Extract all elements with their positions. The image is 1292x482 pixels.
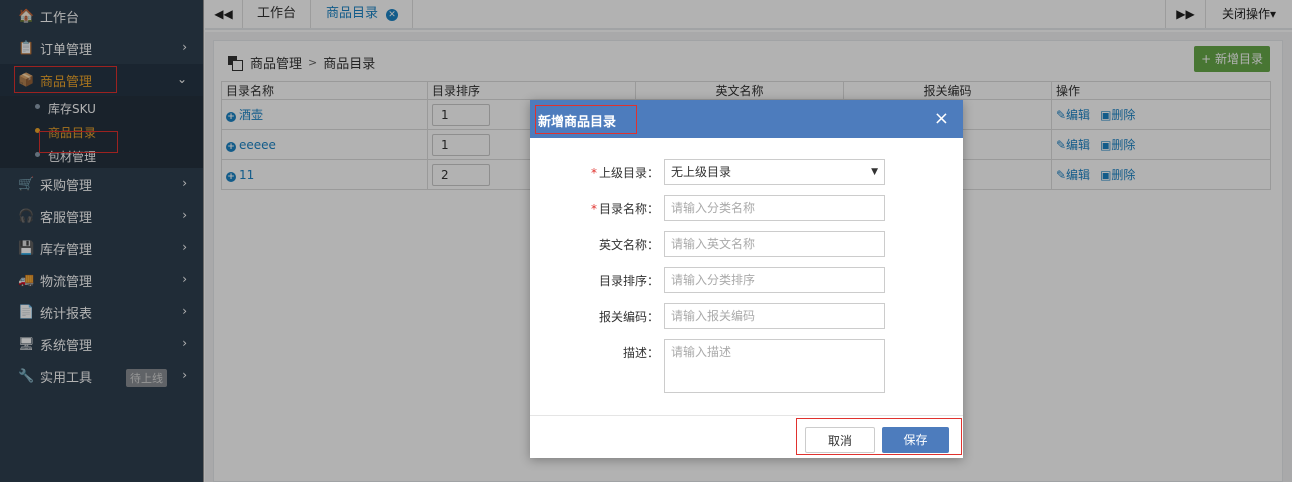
dialog-header: 新增商品目录 × [530,100,963,138]
form-row-parent: * 上级目录： 无上级目录 ▼ [530,159,963,185]
customs-code-input[interactable]: 请输入报关编码 [664,303,885,329]
catalog-sort-input[interactable]: 请输入分类排序 [664,267,885,293]
description-textarea[interactable]: 请输入描述 [664,339,885,393]
select-value: 无上级目录 [671,165,732,179]
required-mark: * [590,166,597,180]
field-label: 描述： [622,346,659,360]
form-row-desc: 描述： 请输入描述 [530,339,963,393]
field-label: * 目录名称： [591,200,659,217]
add-catalog-dialog: 新增商品目录 × * 上级目录： 无上级目录 ▼ * 目录名称： 请输入分类名称 英… [530,100,963,458]
field-label: 英文名称： [598,238,659,252]
catalog-name-input[interactable]: 请输入分类名称 [664,195,885,221]
annotation-box-title [535,105,637,134]
field-label: 报关编码： [598,310,659,324]
form-row-name: * 目录名称： 请输入分类名称 [530,195,963,221]
english-name-input[interactable]: 请输入英文名称 [664,231,885,257]
field-label: 目录排序： [598,274,659,288]
field-label-text: 上级目录： [598,166,659,180]
form-row-sort: 目录排序： 请输入分类排序 [530,267,963,293]
field-label-text: 目录名称： [598,202,659,216]
dialog-body: * 上级目录： 无上级目录 ▼ * 目录名称： 请输入分类名称 英文名称： 请输入英… [530,138,963,416]
annotation-box-buttons [796,418,962,455]
parent-catalog-select[interactable]: 无上级目录 ▼ [664,159,885,185]
form-row-english: 英文名称： 请输入英文名称 [530,231,963,257]
caret-down-icon: ▼ [871,167,878,177]
field-label: * 上级目录： [591,164,659,181]
required-mark: * [590,202,597,216]
form-row-customs: 报关编码： 请输入报关编码 [530,303,963,329]
close-icon[interactable]: × [934,108,949,130]
